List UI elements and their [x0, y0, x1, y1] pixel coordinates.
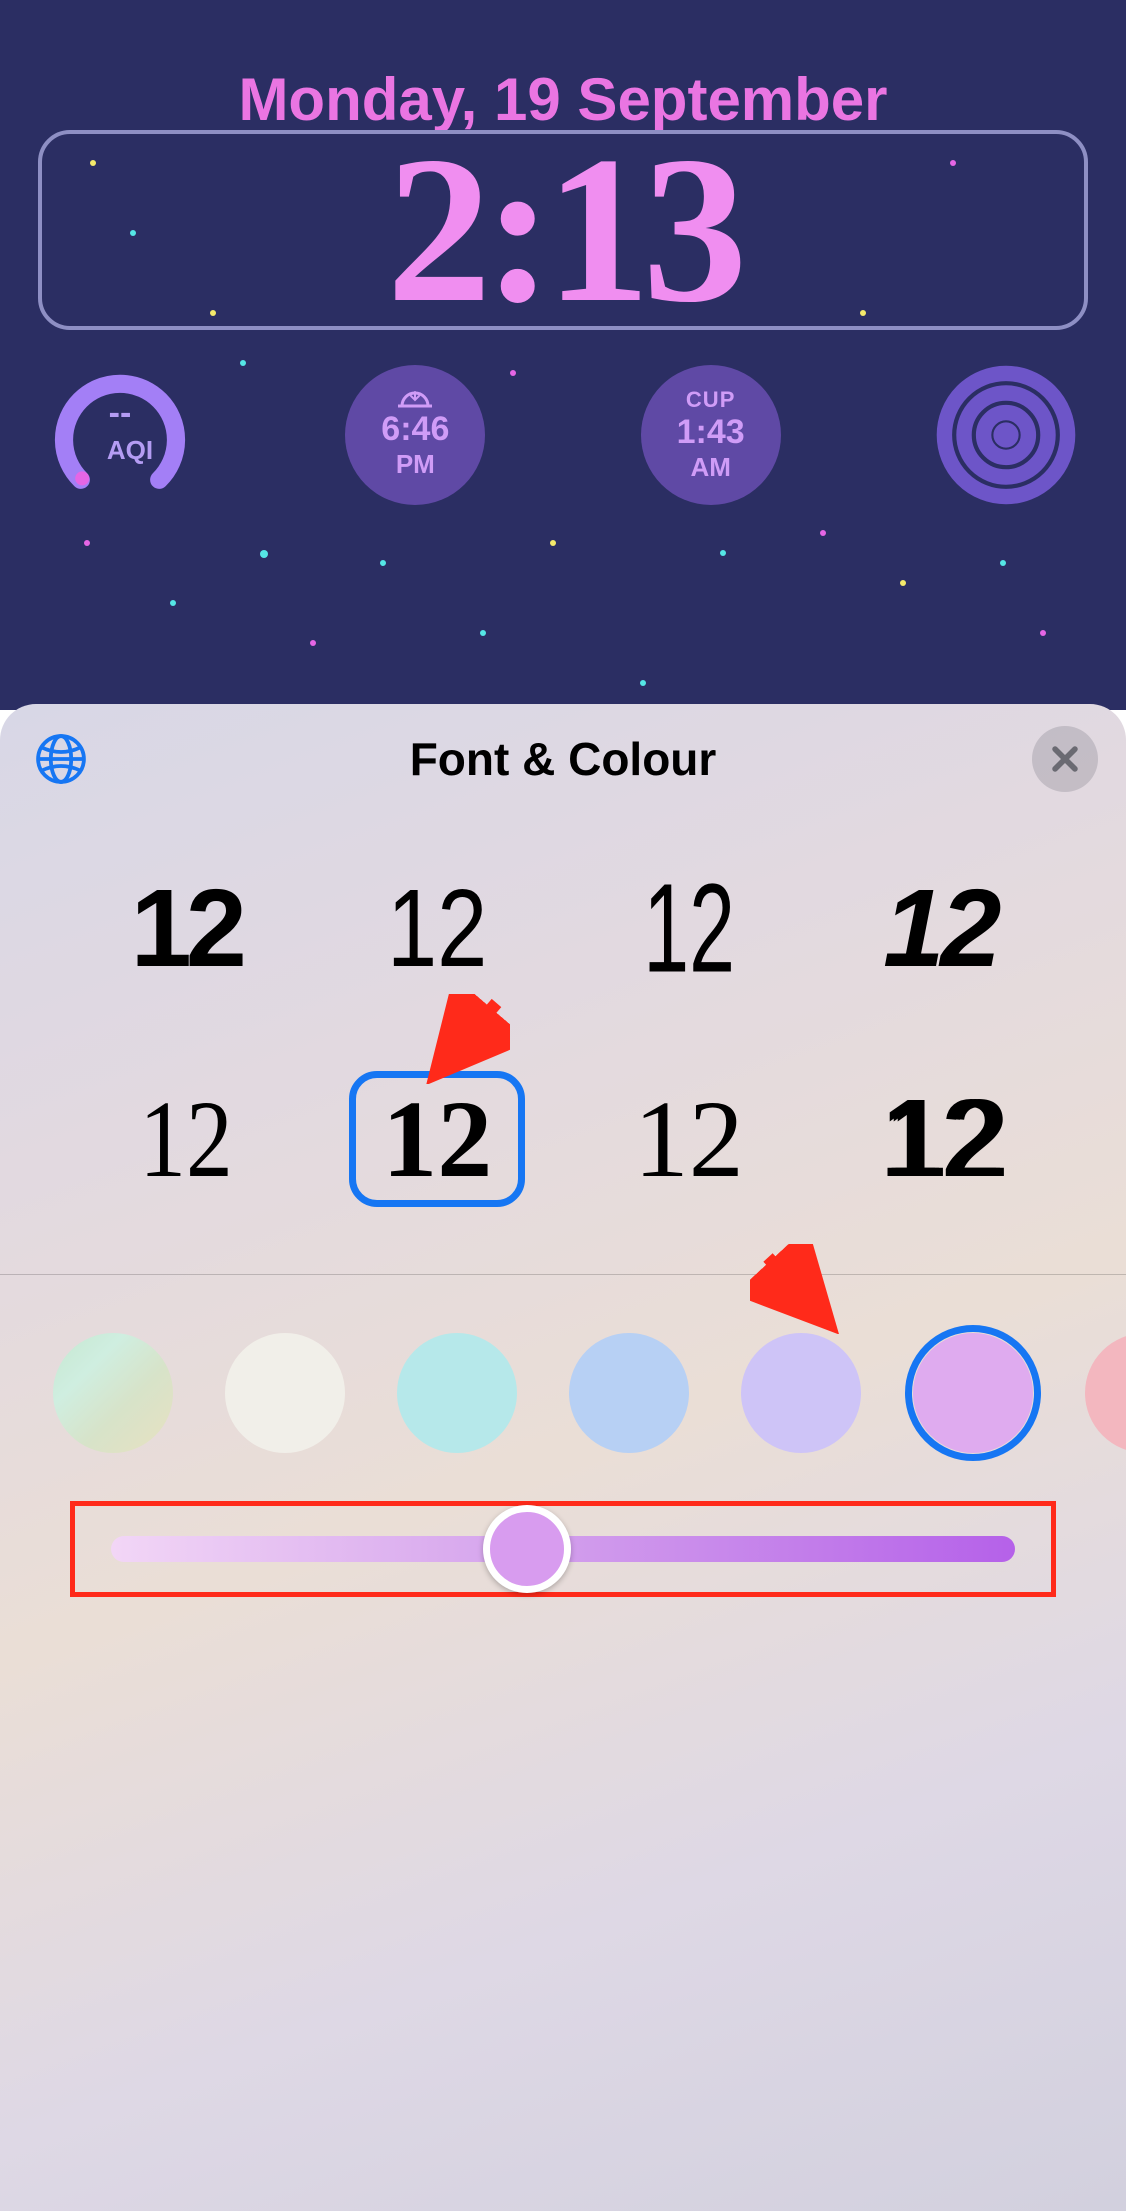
- sunset-time: 6:46: [381, 410, 449, 449]
- font-grid: 12 12 12 12 12 12 12 12: [0, 814, 1126, 1274]
- color-swatch-lavender[interactable]: [733, 1325, 869, 1461]
- font-option-8[interactable]: 12: [853, 1078, 1027, 1200]
- widget-aqi[interactable]: -- AQI: [50, 365, 190, 505]
- color-swatch-violet-selected[interactable]: [905, 1325, 1041, 1461]
- color-swatch-blue[interactable]: [561, 1325, 697, 1461]
- widgets-row: -- AQI 6:46 PM CUP 1:43 AM: [50, 365, 1076, 505]
- shade-slider-highlight: [70, 1501, 1056, 1597]
- close-icon: [1048, 742, 1082, 776]
- color-swatch-cyan[interactable]: [389, 1325, 525, 1461]
- lockscreen-preview: Monday, 19 September 2:13 -- AQI 6:46 PM…: [0, 0, 1126, 710]
- worldclock-time: 1:43: [677, 413, 745, 452]
- panel-title: Font & Colour: [410, 732, 717, 786]
- worldclock-city: CUP: [686, 387, 735, 413]
- font-option-7[interactable]: 12: [608, 1078, 770, 1200]
- color-swatch-gradient[interactable]: [45, 1325, 181, 1461]
- panel-header: Font & Colour: [0, 704, 1126, 814]
- aqi-ring-icon: [50, 365, 190, 505]
- font-option-3[interactable]: 12: [623, 859, 754, 999]
- worldclock-period: AM: [690, 452, 730, 483]
- globe-icon: [33, 731, 89, 787]
- shade-slider-thumb[interactable]: [483, 1505, 571, 1593]
- font-option-5[interactable]: 12: [117, 1078, 255, 1200]
- color-swatch-white[interactable]: [217, 1325, 353, 1461]
- annotation-arrow-color: [750, 1244, 840, 1334]
- color-swatch-pink[interactable]: [1077, 1325, 1126, 1461]
- widget-activity[interactable]: [936, 365, 1076, 505]
- font-option-2[interactable]: 12: [366, 868, 509, 990]
- annotation-arrow-font: [420, 994, 510, 1084]
- color-row: [0, 1275, 1126, 1501]
- font-option-1[interactable]: 12: [105, 868, 267, 990]
- close-button[interactable]: [1032, 726, 1098, 792]
- font-option-4[interactable]: 12: [857, 868, 1023, 990]
- widget-sunset[interactable]: 6:46 PM: [345, 365, 485, 505]
- activity-rings-icon: [936, 365, 1076, 505]
- font-option-6-selected[interactable]: 12: [349, 1071, 525, 1207]
- lockscreen-time: 2:13: [387, 125, 740, 335]
- sunset-period: PM: [396, 449, 435, 480]
- lockscreen-time-box[interactable]: 2:13: [38, 130, 1088, 330]
- font-colour-panel: Font & Colour 12 12 12 12 12 12 12 12: [0, 704, 1126, 2211]
- language-button[interactable]: [28, 726, 94, 792]
- widget-worldclock[interactable]: CUP 1:43 AM: [641, 365, 781, 505]
- shade-slider[interactable]: [111, 1536, 1015, 1562]
- sunset-icon: [396, 390, 434, 410]
